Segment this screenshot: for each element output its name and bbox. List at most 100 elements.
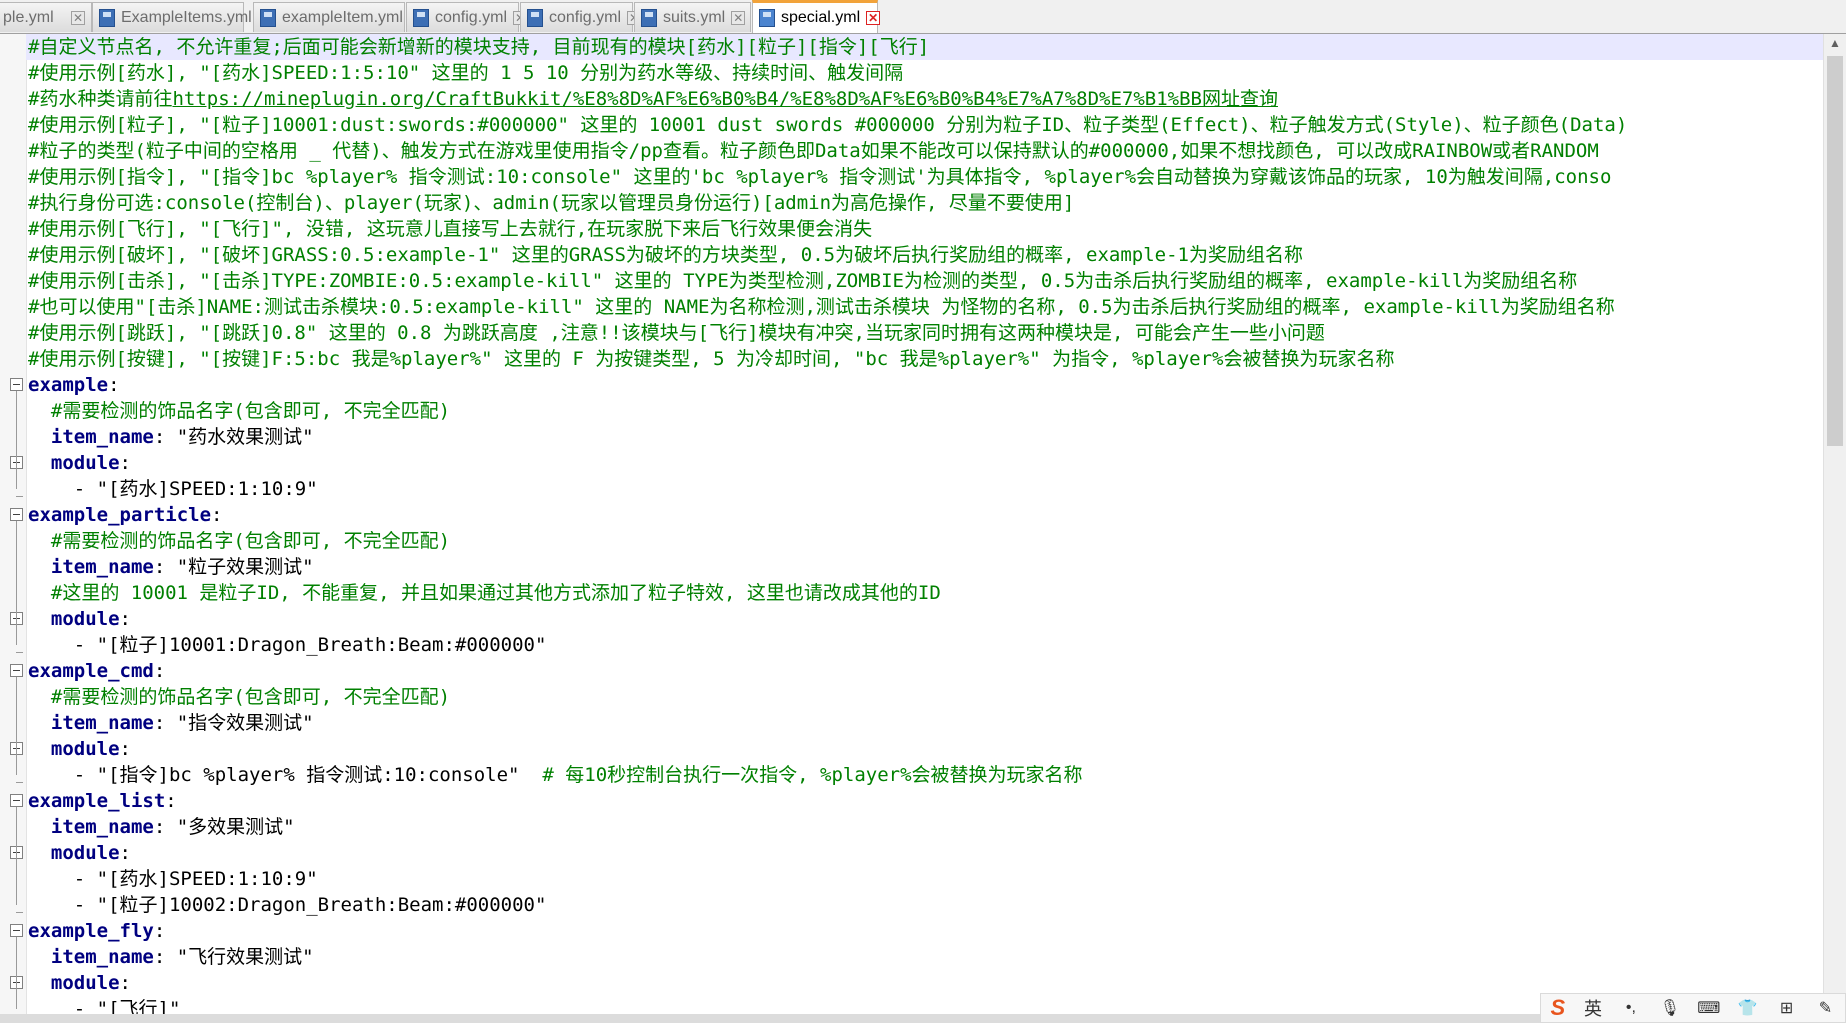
ime-language-toggle[interactable]: 英 bbox=[1584, 995, 1602, 1021]
yaml-list-item: - "[药水]SPEED:1:10:9" bbox=[28, 868, 318, 890]
close-tab-icon[interactable]: ✕ bbox=[866, 11, 881, 25]
scroll-up-icon[interactable]: ▲ bbox=[1824, 36, 1846, 54]
tab-ple-yml[interactable]: ple.yml ✕ bbox=[0, 2, 92, 32]
comment-text: #药水种类请前往 bbox=[28, 88, 173, 110]
code-line: #粒子的类型(粒子中间的空格用 _ 代替)、触发方式在游戏里使用指令/pp查看。… bbox=[28, 138, 1599, 164]
yaml-comment: #使用示例[破坏], "[破坏]GRASS:0.5:example-1" 这里的… bbox=[28, 244, 1303, 266]
fold-margin bbox=[0, 34, 27, 1014]
code-line: example_particle: bbox=[28, 502, 222, 528]
code-line: item_name: "药水效果测试" bbox=[28, 424, 314, 450]
yaml-comment: #需要检测的饰品名字(包含即可, 不完全匹配) bbox=[50, 530, 451, 552]
fold-collapse-icon[interactable] bbox=[10, 794, 23, 807]
yaml-key: item_name bbox=[50, 426, 154, 448]
code-line: #需要检测的饰品名字(包含即可, 不完全匹配) bbox=[28, 398, 450, 424]
tab-label: config.yml bbox=[435, 8, 508, 26]
yaml-value: : "指令效果测试" bbox=[153, 712, 314, 734]
code-line: #需要检测的饰品名字(包含即可, 不完全匹配) bbox=[28, 684, 450, 710]
fold-guide-end bbox=[16, 652, 23, 653]
code-line: #使用示例[药水], "[药水]SPEED:1:5:10" 这里的 1 5 10… bbox=[28, 60, 903, 86]
code-editor[interactable]: #自定义节点名, 不允许重复;后面可能会新增新的模块支持, 目前现有的模块[药水… bbox=[0, 34, 1824, 1014]
save-disk-icon bbox=[99, 8, 115, 27]
keyboard-icon[interactable]: ⌨ bbox=[1697, 998, 1720, 1018]
code-line: - "[粒子]10001:Dragon_Breath:Beam:#000000" bbox=[28, 632, 547, 658]
yaml-comment: # 每10秒控制台执行一次指令, %player%会被替换为玩家名称 bbox=[542, 764, 1083, 786]
code-line: #需要检测的饰品名字(包含即可, 不完全匹配) bbox=[28, 528, 450, 554]
comment-url[interactable]: https://mineplugin.org/CraftBukkit/%E8%8… bbox=[172, 88, 1278, 110]
yaml-key: item_name bbox=[50, 816, 154, 838]
sogou-logo-icon[interactable]: S bbox=[1550, 995, 1565, 1021]
fold-collapse-icon[interactable] bbox=[10, 664, 23, 677]
code-line: #也可以使用"[击杀]NAME:测试击杀模块:0.5:example-kill"… bbox=[28, 294, 1615, 320]
tab-suits-yml[interactable]: suits.yml ✕ bbox=[634, 2, 751, 32]
ime-toolbar: S 英 •, 🎙 ⌨ 👕 ⊞ ✎ bbox=[1540, 993, 1846, 1023]
yaml-value: : "多效果测试" bbox=[153, 816, 295, 838]
code-line: module: bbox=[28, 606, 131, 632]
skin-icon[interactable]: 👕 bbox=[1738, 998, 1758, 1018]
yaml-comment: #使用示例[药水], "[药水]SPEED:1:5:10" 这里的 1 5 10… bbox=[28, 62, 904, 84]
yaml-list-item: - "[粒子]10002:Dragon_Breath:Beam:#000000" bbox=[28, 894, 547, 916]
tools-icon[interactable]: ✎ bbox=[1815, 998, 1835, 1018]
vertical-scrollbar[interactable]: ▲ bbox=[1823, 34, 1846, 1014]
code-line: #使用示例[指令], "[指令]bc %player% 指令测试:10:cons… bbox=[28, 164, 1611, 190]
yaml-value: : bbox=[119, 738, 131, 760]
fold-guide-line bbox=[16, 391, 17, 489]
fold-guide-end bbox=[16, 496, 23, 497]
yaml-value: : bbox=[119, 842, 131, 864]
yaml-comment: #需要检测的饰品名字(包含即可, 不完全匹配) bbox=[50, 686, 451, 708]
yaml-value: : bbox=[119, 608, 131, 630]
yaml-comment: #这里的 10001 是粒子ID, 不能重复, 并且如果通过其他方式添加了粒子特… bbox=[50, 582, 941, 604]
code-line: example_cmd: bbox=[28, 658, 165, 684]
code-line: module: bbox=[28, 970, 131, 996]
code-line: item_name: "指令效果测试" bbox=[28, 710, 314, 736]
yaml-comment: #使用示例[击杀], "[击杀]TYPE:ZOMBIE:0.5:example-… bbox=[28, 270, 1578, 292]
fold-guide-line bbox=[16, 677, 17, 775]
code-line: - "[药水]SPEED:1:10:9" bbox=[28, 866, 318, 892]
yaml-value: : bbox=[211, 504, 223, 526]
fold-guide-end bbox=[16, 782, 23, 783]
save-disk-icon bbox=[527, 8, 543, 27]
code-line: module: bbox=[28, 450, 131, 476]
yaml-key: example_cmd bbox=[28, 660, 154, 682]
fold-collapse-icon[interactable] bbox=[10, 508, 23, 521]
code-line: #使用示例[按键], "[按键]F:5:bc 我是%player%" 这里的 F… bbox=[28, 346, 1394, 372]
fold-collapse-icon[interactable] bbox=[10, 378, 23, 391]
code-line: #执行身份可选:console(控制台)、player(玩家)、admin(玩家… bbox=[28, 190, 1074, 216]
tab-label: ExampleItems.yml bbox=[121, 8, 252, 26]
yaml-comment: #使用示例[按键], "[按键]F:5:bc 我是%player%" 这里的 F… bbox=[28, 348, 1395, 370]
scroll-thumb[interactable] bbox=[1827, 56, 1843, 446]
fold-collapse-icon[interactable] bbox=[10, 924, 23, 937]
save-disk-icon bbox=[759, 9, 775, 27]
yaml-key: item_name bbox=[50, 556, 154, 578]
yaml-comment: #使用示例[指令], "[指令]bc %player% 指令测试:10:cons… bbox=[28, 166, 1612, 188]
yaml-comment: #粒子的类型(粒子中间的空格用 _ 代替)、触发方式在游戏里使用指令/pp查看。… bbox=[28, 140, 1599, 162]
tab-exampleitem-yml[interactable]: exampleItem.yml✕ bbox=[253, 2, 423, 32]
yaml-comment: #也可以使用"[击杀]NAME:测试击杀模块:0.5:example-kill"… bbox=[28, 296, 1615, 318]
yaml-value: : bbox=[153, 660, 166, 682]
microphone-icon[interactable]: 🎙 bbox=[1660, 998, 1680, 1018]
close-tab-icon[interactable]: ✕ bbox=[71, 10, 85, 25]
fold-guide-end bbox=[16, 912, 23, 913]
grid-icon[interactable]: ⊞ bbox=[1777, 998, 1797, 1018]
yaml-list-item: - "[粒子]10001:Dragon_Breath:Beam:#000000" bbox=[28, 634, 547, 656]
punctuation-icon[interactable]: •, bbox=[1621, 998, 1641, 1018]
tab-config-yml[interactable]: config.yml✕ bbox=[406, 2, 528, 32]
yaml-value: : bbox=[165, 790, 177, 812]
close-tab-icon[interactable]: ✕ bbox=[731, 10, 746, 25]
code-line: module: bbox=[28, 736, 131, 762]
yaml-comment: #使用示例[跳跃], "[跳跃]0.8" 这里的 0.8 为跳跃高度 ,注意!!… bbox=[28, 322, 1325, 344]
yaml-key: example_particle bbox=[28, 504, 212, 526]
tab-exampleitems-yml[interactable]: ExampleItems.yml✕ bbox=[92, 2, 272, 32]
yaml-key: item_name bbox=[50, 712, 154, 734]
code-line: #使用示例[粒子], "[粒子]10001:dust:swords:#00000… bbox=[28, 112, 1627, 138]
yaml-value: : bbox=[119, 972, 131, 994]
code-line: item_name: "粒子效果测试" bbox=[28, 554, 314, 580]
code-line: - "[粒子]10002:Dragon_Breath:Beam:#000000" bbox=[28, 892, 547, 918]
tab-special-yml[interactable]: special.yml ✕ bbox=[752, 0, 881, 33]
tab-config-yml[interactable]: config.yml✕ bbox=[520, 2, 642, 32]
code-line: #使用示例[破坏], "[破坏]GRASS:0.5:example-1" 这里的… bbox=[28, 242, 1303, 268]
yaml-comment: #药水种类请前往https://mineplugin.org/CraftBukk… bbox=[28, 88, 1278, 110]
yaml-key: example bbox=[28, 374, 109, 396]
yaml-value: : bbox=[119, 452, 131, 474]
yaml-list-item: - "[飞行]" bbox=[28, 998, 181, 1014]
code-line: - "[飞行]" bbox=[28, 996, 181, 1014]
